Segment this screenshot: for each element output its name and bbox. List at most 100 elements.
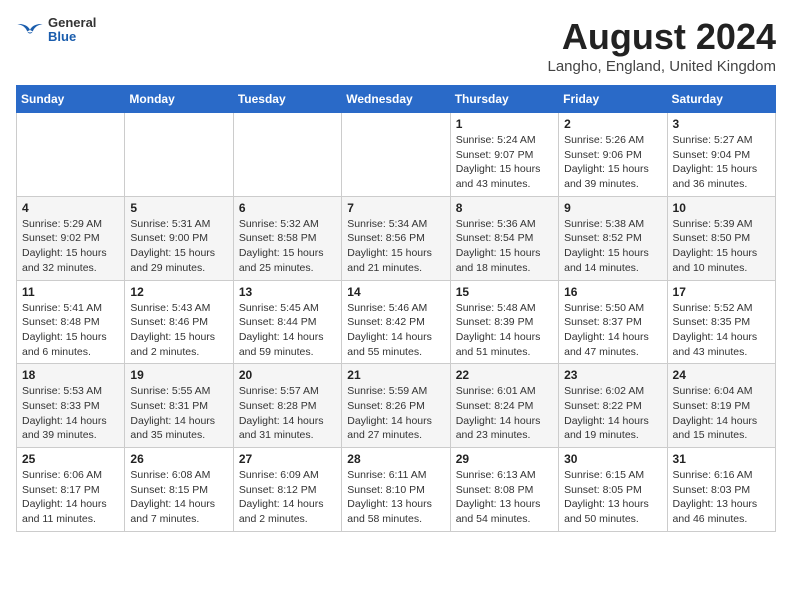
- weekday-header-sunday: Sunday: [17, 86, 125, 113]
- weekday-header-monday: Monday: [125, 86, 233, 113]
- calendar-cell: 15Sunrise: 5:48 AMSunset: 8:39 PMDayligh…: [450, 280, 558, 364]
- day-info: Sunrise: 6:15 AMSunset: 8:05 PMDaylight:…: [564, 468, 661, 527]
- day-info: Sunrise: 6:04 AMSunset: 8:19 PMDaylight:…: [673, 384, 770, 443]
- day-info: Sunrise: 6:13 AMSunset: 8:08 PMDaylight:…: [456, 468, 553, 527]
- day-number: 7: [347, 201, 444, 215]
- calendar-cell: 1 Sunrise: 5:24 AMSunset: 9:07 PMDaylight…: [450, 113, 558, 197]
- location-subtitle: Langho, England, United Kingdom: [547, 58, 776, 75]
- day-info: Sunrise: 5:53 AMSunset: 8:33 PMDaylight:…: [22, 384, 119, 443]
- calendar-cell: 5 Sunrise: 5:31 AMSunset: 9:00 PMDaylight…: [125, 196, 233, 280]
- day-number: 8: [456, 201, 553, 215]
- day-number: 18: [22, 368, 119, 382]
- day-number: 21: [347, 368, 444, 382]
- day-number: 15: [456, 285, 553, 299]
- day-number: 25: [22, 452, 119, 466]
- calendar-cell: 20 Sunrise: 5:57 AMSunset: 8:28 PMDayligh…: [233, 364, 341, 448]
- day-number: 22: [456, 368, 553, 382]
- weekday-header-tuesday: Tuesday: [233, 86, 341, 113]
- day-info: Sunrise: 5:52 AMSunset: 8:35 PMDaylight:…: [673, 301, 770, 360]
- calendar-week-2: 4Sunrise: 5:29 AMSunset: 9:02 PMDaylight…: [17, 196, 776, 280]
- day-number: 19: [130, 368, 227, 382]
- day-info: Sunrise: 5:45 AMSunset: 8:44 PMDaylight:…: [239, 301, 336, 360]
- calendar-cell: 6 Sunrise: 5:32 AMSunset: 8:58 PMDaylight…: [233, 196, 341, 280]
- calendar-cell: 24 Sunrise: 6:04 AMSunset: 8:19 PMDayligh…: [667, 364, 775, 448]
- calendar-cell: [233, 113, 341, 197]
- day-info: Sunrise: 5:46 AMSunset: 8:42 PMDaylight:…: [347, 301, 444, 360]
- day-info: Sunrise: 5:27 AMSunset: 9:04 PMDaylight:…: [673, 133, 770, 192]
- day-number: 24: [673, 368, 770, 382]
- calendar-cell: 22 Sunrise: 6:01 AMSunset: 8:24 PMDayligh…: [450, 364, 558, 448]
- day-number: 14: [347, 285, 444, 299]
- calendar-cell: 2Sunrise: 5:26 AMSunset: 9:06 PMDaylight…: [559, 113, 667, 197]
- day-number: 23: [564, 368, 661, 382]
- day-info: Sunrise: 6:16 AMSunset: 8:03 PMDaylight:…: [673, 468, 770, 527]
- day-info: Sunrise: 6:01 AMSunset: 8:24 PMDaylight:…: [456, 384, 553, 443]
- day-number: 13: [239, 285, 336, 299]
- day-number: 9: [564, 201, 661, 215]
- weekday-header-wednesday: Wednesday: [342, 86, 450, 113]
- day-info: Sunrise: 5:26 AMSunset: 9:06 PMDaylight:…: [564, 133, 661, 192]
- calendar-cell: 18 Sunrise: 5:53 AMSunset: 8:33 PMDayligh…: [17, 364, 125, 448]
- day-info: Sunrise: 5:43 AMSunset: 8:46 PMDaylight:…: [130, 301, 227, 360]
- calendar-cell: 13 Sunrise: 5:45 AMSunset: 8:44 PMDayligh…: [233, 280, 341, 364]
- day-info: Sunrise: 6:09 AMSunset: 8:12 PMDaylight:…: [239, 468, 336, 527]
- calendar-cell: 29 Sunrise: 6:13 AMSunset: 8:08 PMDayligh…: [450, 448, 558, 532]
- day-number: 17: [673, 285, 770, 299]
- calendar-cell: 16 Sunrise: 5:50 AMSunset: 8:37 PMDayligh…: [559, 280, 667, 364]
- day-info: Sunrise: 5:31 AMSunset: 9:00 PMDaylight:…: [130, 217, 227, 276]
- calendar-week-3: 11 Sunrise: 5:41 AMSunset: 8:48 PMDayligh…: [17, 280, 776, 364]
- day-number: 11: [22, 285, 119, 299]
- day-number: 1: [456, 117, 553, 131]
- day-info: Sunrise: 5:32 AMSunset: 8:58 PMDaylight:…: [239, 217, 336, 276]
- day-number: 4: [22, 201, 119, 215]
- day-info: Sunrise: 5:41 AMSunset: 8:48 PMDaylight:…: [22, 301, 119, 360]
- day-info: Sunrise: 5:38 AMSunset: 8:52 PMDaylight:…: [564, 217, 661, 276]
- day-info: Sunrise: 6:06 AMSunset: 8:17 PMDaylight:…: [22, 468, 119, 527]
- calendar-cell: 14 Sunrise: 5:46 AMSunset: 8:42 PMDayligh…: [342, 280, 450, 364]
- day-number: 29: [456, 452, 553, 466]
- day-number: 20: [239, 368, 336, 382]
- month-year-title: August 2024: [547, 16, 776, 58]
- calendar-cell: 4Sunrise: 5:29 AMSunset: 9:02 PMDaylight…: [17, 196, 125, 280]
- day-number: 28: [347, 452, 444, 466]
- page-header: General Blue August 2024 Langho, England…: [16, 16, 776, 75]
- weekday-header-row: SundayMondayTuesdayWednesdayThursdayFrid…: [17, 86, 776, 113]
- calendar-cell: 10Sunrise: 5:39 AMSunset: 8:50 PMDayligh…: [667, 196, 775, 280]
- day-info: Sunrise: 5:36 AMSunset: 8:54 PMDaylight:…: [456, 217, 553, 276]
- calendar-cell: 12Sunrise: 5:43 AMSunset: 8:46 PMDayligh…: [125, 280, 233, 364]
- calendar-cell: 27Sunrise: 6:09 AMSunset: 8:12 PMDayligh…: [233, 448, 341, 532]
- day-info: Sunrise: 6:08 AMSunset: 8:15 PMDaylight:…: [130, 468, 227, 527]
- calendar-cell: 30 Sunrise: 6:15 AMSunset: 8:05 PMDayligh…: [559, 448, 667, 532]
- day-number: 30: [564, 452, 661, 466]
- day-info: Sunrise: 5:24 AMSunset: 9:07 PMDaylight:…: [456, 133, 553, 192]
- calendar-cell: [125, 113, 233, 197]
- weekday-header-thursday: Thursday: [450, 86, 558, 113]
- calendar-cell: 19 Sunrise: 5:55 AMSunset: 8:31 PMDayligh…: [125, 364, 233, 448]
- day-number: 5: [130, 201, 227, 215]
- day-info: Sunrise: 5:34 AMSunset: 8:56 PMDaylight:…: [347, 217, 444, 276]
- day-info: Sunrise: 5:55 AMSunset: 8:31 PMDaylight:…: [130, 384, 227, 443]
- logo: General Blue: [16, 16, 96, 45]
- title-section: August 2024 Langho, England, United King…: [547, 16, 776, 75]
- calendar-cell: 9 Sunrise: 5:38 AMSunset: 8:52 PMDaylight…: [559, 196, 667, 280]
- calendar-week-1: 1 Sunrise: 5:24 AMSunset: 9:07 PMDaylight…: [17, 113, 776, 197]
- calendar-week-5: 25 Sunrise: 6:06 AMSunset: 8:17 PMDayligh…: [17, 448, 776, 532]
- day-info: Sunrise: 5:57 AMSunset: 8:28 PMDaylight:…: [239, 384, 336, 443]
- calendar-cell: 3Sunrise: 5:27 AMSunset: 9:04 PMDaylight…: [667, 113, 775, 197]
- day-number: 10: [673, 201, 770, 215]
- day-number: 6: [239, 201, 336, 215]
- day-number: 26: [130, 452, 227, 466]
- calendar-cell: 17 Sunrise: 5:52 AMSunset: 8:35 PMDayligh…: [667, 280, 775, 364]
- calendar-cell: 11 Sunrise: 5:41 AMSunset: 8:48 PMDayligh…: [17, 280, 125, 364]
- weekday-header-friday: Friday: [559, 86, 667, 113]
- logo-bird-icon: [16, 20, 44, 40]
- day-number: 16: [564, 285, 661, 299]
- logo-general: General: [48, 16, 96, 30]
- calendar-cell: 23 Sunrise: 6:02 AMSunset: 8:22 PMDayligh…: [559, 364, 667, 448]
- day-info: Sunrise: 5:50 AMSunset: 8:37 PMDaylight:…: [564, 301, 661, 360]
- day-info: Sunrise: 6:02 AMSunset: 8:22 PMDaylight:…: [564, 384, 661, 443]
- calendar-cell: [17, 113, 125, 197]
- calendar-cell: [342, 113, 450, 197]
- calendar-cell: 31Sunrise: 6:16 AMSunset: 8:03 PMDayligh…: [667, 448, 775, 532]
- calendar-cell: 7 Sunrise: 5:34 AMSunset: 8:56 PMDaylight…: [342, 196, 450, 280]
